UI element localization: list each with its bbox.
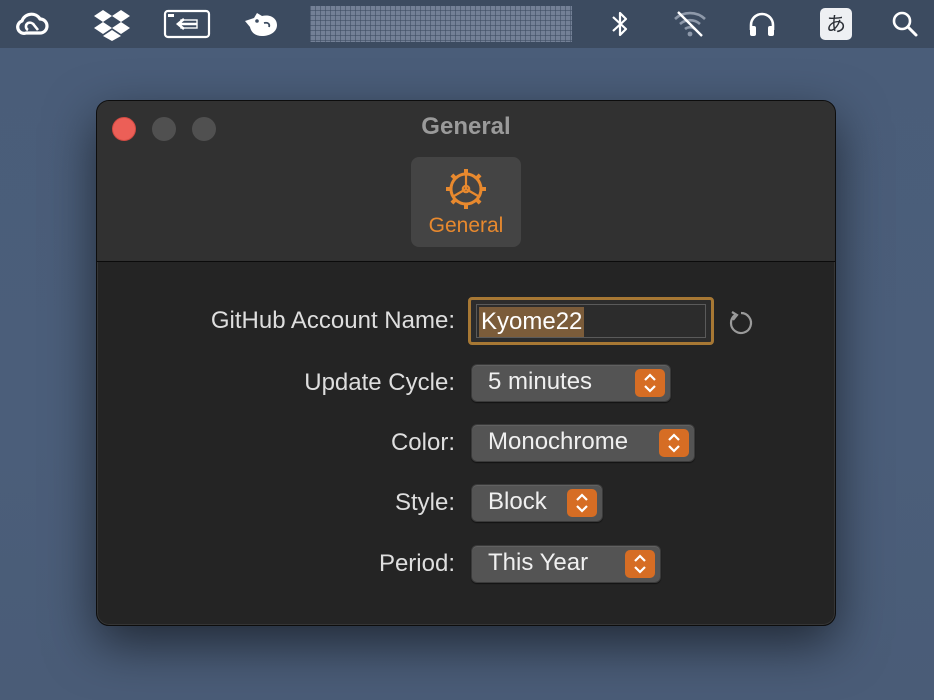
style-popup[interactable]: Block (471, 484, 603, 522)
chevron-updown-icon (567, 489, 597, 517)
bird-app-icon[interactable] (241, 6, 281, 42)
period-label: Period: (378, 550, 455, 577)
window-toolbar: General General (97, 101, 835, 262)
tab-general[interactable]: General (411, 157, 521, 247)
preferences-window: General General GitHub Account Name: Kyo… (96, 100, 836, 626)
wifi-off-icon[interactable] (673, 6, 707, 42)
chevron-updown-icon (635, 369, 665, 397)
update-cycle-popup[interactable]: 5 minutes (471, 364, 671, 402)
style-value: Block (488, 488, 547, 515)
input-method-icon[interactable]: あ (820, 8, 852, 40)
period-value: This Year (488, 549, 589, 576)
menu-bar: あ (0, 0, 934, 48)
update-cycle-value: 5 minutes (488, 368, 593, 395)
search-icon[interactable] (890, 6, 920, 42)
color-popup[interactable]: Monochrome (471, 424, 695, 462)
color-value: Monochrome (488, 428, 629, 455)
dropbox-icon[interactable] (92, 6, 132, 42)
chevron-updown-icon (659, 429, 689, 457)
gear-icon (446, 169, 486, 209)
screen-share-icon[interactable] (163, 6, 211, 42)
account-name-field[interactable]: Kyome22 (468, 297, 714, 345)
style-label: Style: (394, 489, 455, 516)
creative-cloud-icon[interactable] (12, 6, 54, 42)
window-title: General (421, 113, 511, 140)
revert-icon[interactable] (727, 309, 755, 337)
tab-general-label: General (428, 214, 504, 237)
chevron-updown-icon (625, 550, 655, 578)
update-cycle-label: Update Cycle: (304, 369, 455, 396)
period-popup[interactable]: This Year (471, 545, 661, 583)
contribution-graph-icon[interactable] (310, 6, 572, 42)
account-name-value: Kyome22 (479, 307, 585, 337)
headphones-icon[interactable] (745, 6, 779, 42)
bluetooth-icon[interactable] (607, 6, 633, 42)
color-label: Color: (390, 429, 455, 456)
account-name-label: GitHub Account Name: (210, 307, 455, 334)
